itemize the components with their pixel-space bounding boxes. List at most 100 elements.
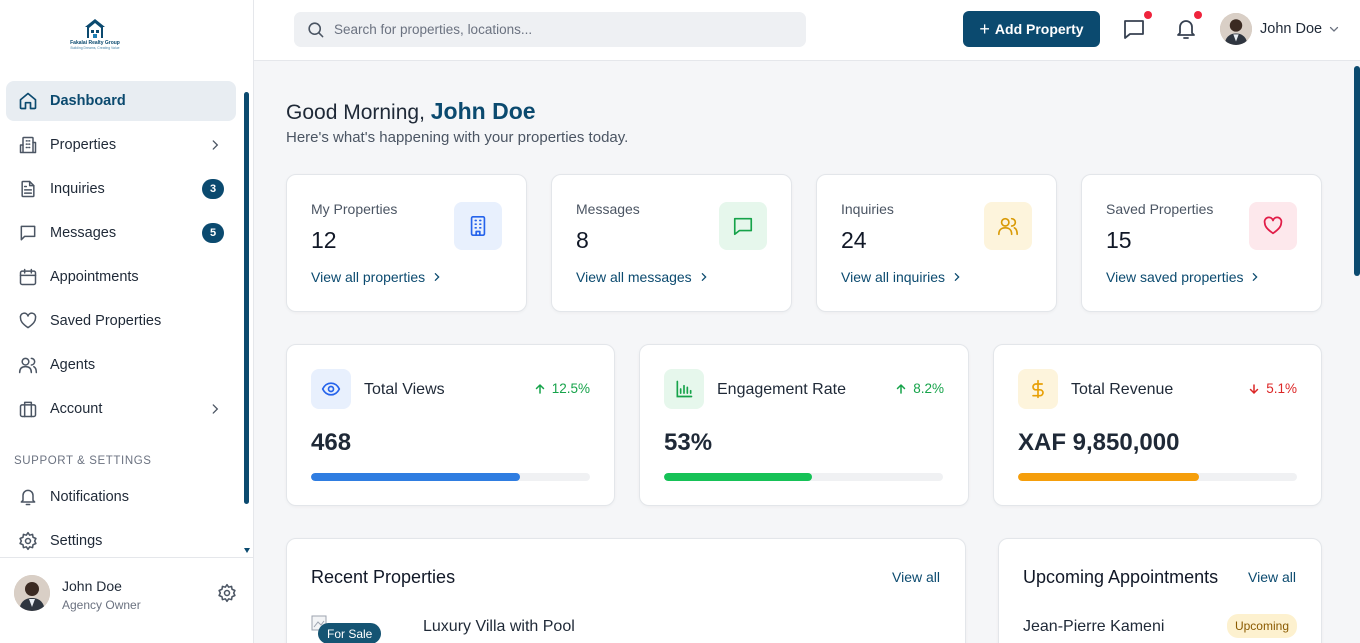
sidebar-item-label: Messages: [50, 225, 117, 241]
sidebar-item-dashboard[interactable]: Dashboard: [6, 81, 236, 121]
chevron-right-icon: [1253, 273, 1259, 281]
stat-label: Inquiries: [841, 201, 894, 217]
view-all-messages-link[interactable]: View all messages: [576, 269, 709, 285]
document-icon: [18, 179, 38, 199]
stat-label: Saved Properties: [1106, 201, 1214, 217]
notifications-button[interactable]: [1174, 11, 1202, 41]
heart-icon: [18, 311, 38, 331]
arrow-up-icon: [535, 383, 544, 394]
stat-value: 12: [311, 227, 337, 253]
sidebar-item-inquiries[interactable]: Inquiries 3: [6, 169, 236, 209]
progress-bar: [664, 473, 943, 481]
progress-fill: [664, 473, 812, 481]
sidebar-item-appointments[interactable]: Appointments: [6, 257, 236, 297]
users-icon: [984, 202, 1032, 250]
user-name: John Doe: [1260, 21, 1323, 37]
gear-icon: [18, 531, 38, 551]
stat-value: 24: [841, 227, 867, 253]
sidebar-item-label: Dashboard: [50, 93, 126, 109]
sidebar-item-label: Settings: [50, 533, 103, 549]
add-property-button[interactable]: + Add Property: [963, 11, 1100, 47]
stat-card-messages: Messages 8 View all messages: [551, 174, 792, 312]
notification-dot: [1144, 11, 1152, 19]
stat-label: Messages: [576, 201, 640, 217]
support-section-title: SUPPORT & SETTINGS: [14, 455, 152, 467]
greeting-subtitle: Here's what's happening with your proper…: [286, 129, 629, 146]
inquiries-count-badge: 3: [202, 179, 224, 199]
arrow-up-icon: [896, 383, 906, 394]
messages-button[interactable]: [1122, 11, 1152, 41]
view-saved-properties-link[interactable]: View saved properties: [1106, 269, 1260, 285]
stat-value: 15: [1106, 227, 1132, 253]
sidebar-item-notifications[interactable]: Notifications: [6, 477, 236, 517]
metric-label: Total Revenue: [1071, 381, 1174, 398]
recent-properties-panel: Recent Properties View all For Sale Luxu…: [286, 538, 966, 643]
eye-icon: [311, 369, 351, 409]
stat-label: My Properties: [311, 201, 398, 217]
arrow-down-icon: [1249, 383, 1259, 394]
plus-icon: +: [979, 19, 990, 39]
view-all-properties-link[interactable]: View all properties: [311, 269, 442, 285]
sidebar-scroll-down-arrow[interactable]: [244, 548, 250, 553]
property-title[interactable]: Luxury Villa with Pool: [423, 618, 575, 636]
search-input[interactable]: [334, 22, 774, 37]
stat-card-saved-properties: Saved Properties 15 View saved propertie…: [1081, 174, 1322, 312]
notification-dot: [1194, 11, 1202, 19]
gear-icon[interactable]: [217, 583, 237, 608]
sidebar-nav: Dashboard Properties Inquiries 3 Message…: [6, 81, 236, 433]
sidebar-item-properties[interactable]: Properties: [6, 125, 236, 165]
status-badge: Upcoming: [1226, 614, 1297, 638]
sidebar-user-profile[interactable]: John Doe Agency Owner: [0, 557, 253, 643]
building-icon: [454, 202, 502, 250]
avatar: [14, 575, 50, 611]
sidebar-item-messages[interactable]: Messages 5: [6, 213, 236, 253]
sidebar-scrollbar[interactable]: [244, 92, 249, 504]
stat-card-my-properties: My Properties 12 View all properties: [286, 174, 527, 312]
stat-card-inquiries: Inquiries 24 View all inquiries: [816, 174, 1057, 312]
sidebar-item-agents[interactable]: Agents: [6, 345, 236, 385]
user-role: Agency Owner: [62, 598, 141, 612]
for-sale-badge: For Sale: [318, 623, 382, 643]
view-all-recent-link[interactable]: View all: [892, 569, 940, 585]
sidebar-item-settings[interactable]: Settings: [6, 521, 236, 561]
metric-label: Total Views: [364, 381, 445, 398]
brand-logo[interactable]: Fakalai Realty Group Building Dreams, Cr…: [70, 18, 120, 54]
metric-trend: 5.1%: [1248, 381, 1297, 396]
progress-bar: [1018, 473, 1297, 481]
stat-value: 8: [576, 227, 589, 253]
view-all-inquiries-link[interactable]: View all inquiries: [841, 269, 962, 285]
upcoming-appointments-panel: Upcoming Appointments View all Jean-Pier…: [998, 538, 1322, 643]
messages-count-badge: 5: [202, 223, 224, 243]
user-menu[interactable]: John Doe: [1220, 13, 1340, 45]
sidebar: Fakalai Realty Group Building Dreams, Cr…: [0, 0, 254, 643]
chevron-right-icon: [434, 273, 440, 281]
view-all-appointments-link[interactable]: View all: [1248, 569, 1296, 585]
sidebar-item-label: Agents: [50, 357, 96, 373]
sidebar-item-label: Appointments: [50, 269, 139, 285]
chevron-right-icon: [212, 404, 219, 414]
heart-icon: [1249, 202, 1297, 250]
dollar-icon: [1018, 369, 1058, 409]
metric-value: 53%: [664, 429, 713, 456]
bar-chart-icon: [664, 369, 704, 409]
bell-icon: [1177, 20, 1195, 39]
main-scrollbar[interactable]: [1354, 66, 1360, 276]
user-name: John Doe: [62, 578, 122, 594]
progress-bar: [311, 473, 590, 481]
sidebar-item-label: Saved Properties: [50, 313, 162, 329]
message-icon: [719, 202, 767, 250]
metric-trend: 8.2%: [895, 381, 944, 396]
metric-card-total-revenue: Total Revenue 5.1% XAF 9,850,000: [993, 344, 1322, 506]
sidebar-item-account[interactable]: Account: [6, 389, 236, 429]
sidebar-item-label: Notifications: [50, 489, 129, 505]
chevron-right-icon: [212, 140, 219, 150]
greeting-title: Good Morning, John Doe: [286, 98, 536, 124]
sidebar-item-label: Account: [50, 401, 103, 417]
sidebar-item-saved-properties[interactable]: Saved Properties: [6, 301, 236, 341]
greeting-name: John Doe: [430, 98, 536, 124]
metric-trend: 12.5%: [534, 381, 590, 396]
chevron-down-icon: [1329, 26, 1339, 32]
message-icon: [18, 223, 38, 243]
appointment-client-name[interactable]: Jean-Pierre Kameni: [1023, 618, 1164, 636]
search-bar[interactable]: [294, 12, 806, 47]
